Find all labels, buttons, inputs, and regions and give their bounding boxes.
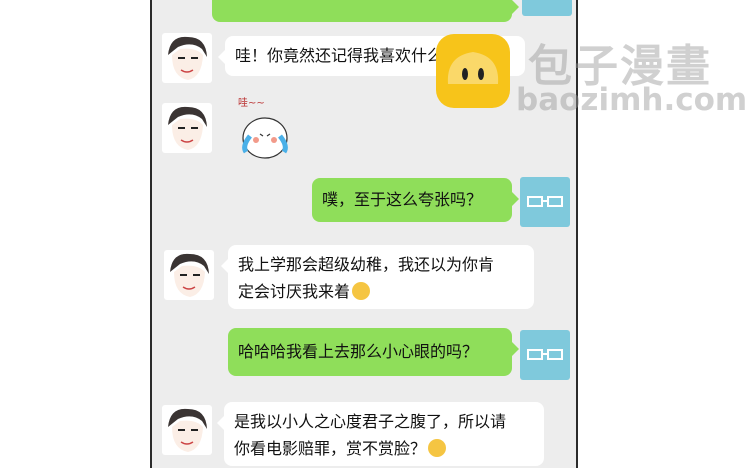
watermark-logo-icon <box>436 34 510 108</box>
chat-screen: 哇！你竟然还记得我喜欢什么！ 噗，至于这么夸张吗？ 我上学那会超级幼稚，我还以为… <box>150 0 578 468</box>
boy-face-icon <box>170 253 209 297</box>
worried-face-icon <box>352 282 371 300</box>
message-bubble-sent[interactable]: 噗，至于这么夸张吗？ <box>312 178 519 222</box>
glasses-icon <box>522 0 572 16</box>
boy-face-icon <box>168 106 207 150</box>
grinning-face-icon <box>428 439 447 457</box>
my-avatar[interactable] <box>520 330 570 380</box>
boy-face-icon <box>168 36 207 80</box>
sticker-caption: 哇~~ <box>238 96 265 109</box>
message-bubble-sent-partial[interactable] <box>212 0 519 22</box>
my-avatar[interactable] <box>520 177 570 227</box>
message-text: 是我以小人之心度君子之腹了，所以请 你看电影赔罪，赏不赏脸？ <box>234 412 507 458</box>
message-bubble-received[interactable]: 我上学那会超级幼稚，我还以为你肯 定会讨厌我来着 <box>221 245 534 309</box>
message-bubble-received[interactable]: 是我以小人之心度君子之腹了，所以请 你看电影赔罪，赏不赏脸？ <box>217 402 544 466</box>
friend-avatar[interactable] <box>162 405 212 455</box>
watermark-url: baozimh.com <box>516 82 748 118</box>
message-bubble-sent[interactable]: 哈哈哈我看上去那么小心眼的吗？ <box>228 328 519 376</box>
friend-avatar[interactable] <box>162 33 212 83</box>
my-avatar[interactable] <box>522 0 572 16</box>
friend-avatar[interactable] <box>162 103 212 153</box>
crying-sticker[interactable]: 哇~~ <box>230 96 300 166</box>
glasses-icon <box>527 349 563 360</box>
boy-face-icon <box>168 408 207 452</box>
friend-avatar[interactable] <box>164 250 214 300</box>
glasses-icon <box>527 196 563 207</box>
